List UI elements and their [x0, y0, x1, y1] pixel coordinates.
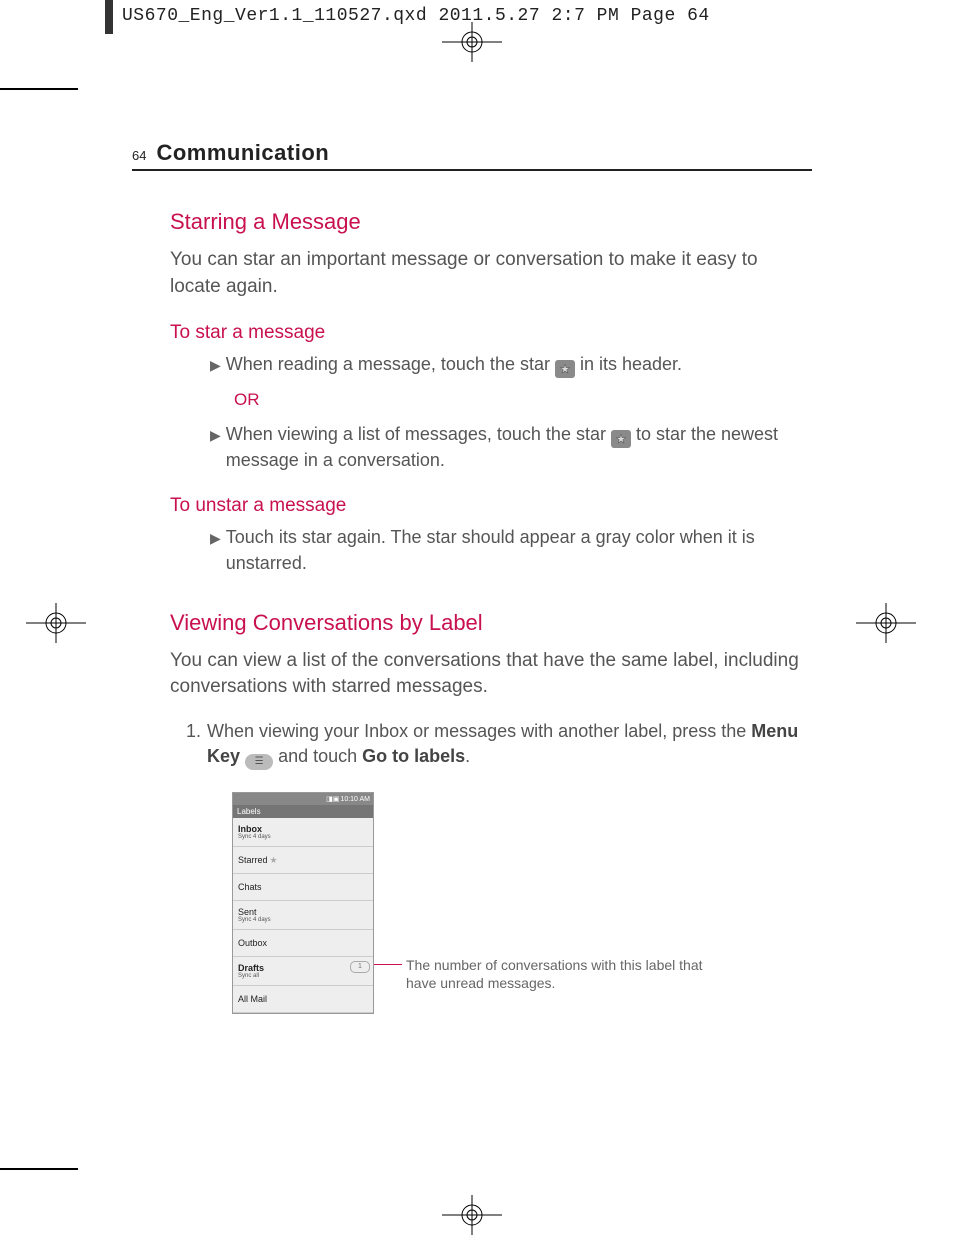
print-header: US670_Eng_Ver1.1_110527.qxd 2011.5.27 2:…	[122, 6, 710, 26]
label-title: Outbox	[238, 938, 368, 948]
text-segment: When reading a message, touch the star	[226, 354, 555, 374]
heading-starring: Starring a Message	[170, 209, 812, 235]
status-time: 10:10 AM	[340, 796, 370, 803]
crop-mark-horizontal-bottom	[0, 1168, 78, 1170]
count-badge: 1	[350, 961, 370, 973]
page-content: 64 Communication Starring a Message You …	[132, 140, 812, 1014]
label-row: DraftsSync all1	[233, 957, 373, 986]
bullet-item: ▶ When reading a message, touch the star…	[210, 352, 812, 378]
label-row: SentSync 4 days	[233, 901, 373, 930]
label-row: All Mail	[233, 986, 373, 1013]
bullet-item: ▶ Touch its star again. The star should …	[210, 525, 812, 575]
heading-viewing: Viewing Conversations by Label	[170, 610, 812, 636]
text-segment: .	[465, 746, 470, 766]
bullet-text: When viewing a list of messages, touch t…	[226, 422, 812, 473]
go-to-labels-label: Go to labels	[362, 746, 465, 766]
registration-mark-left	[26, 603, 86, 643]
label-row: Starred★	[233, 847, 373, 874]
text-segment: When viewing your Inbox or messages with…	[207, 721, 751, 741]
subheading-to-star: To star a message	[170, 322, 812, 344]
phone-screenshot: ▯▮ ▣ 10:10 AM Labels InboxSync 4 daysSta…	[232, 792, 812, 1014]
status-icons: ▯▮ ▣	[326, 795, 338, 803]
label-row: InboxSync 4 days	[233, 818, 373, 847]
label-subtitle: Sync all	[238, 973, 368, 979]
page-header: 64 Communication	[132, 140, 812, 171]
callout-line	[374, 964, 402, 965]
label-subtitle: Sync 4 days	[238, 834, 368, 840]
menu-key-icon	[245, 754, 273, 770]
label-title: Chats	[238, 882, 368, 892]
registration-mark-top	[442, 22, 502, 62]
crop-mark-vertical	[105, 0, 113, 34]
callout-text: The number of conversations with this la…	[406, 956, 706, 992]
bullet-text: When reading a message, touch the star i…	[226, 352, 812, 378]
star-icon	[611, 430, 631, 448]
label-title: All Mail	[238, 994, 368, 1004]
paragraph-viewing: You can view a list of the conversations…	[170, 648, 812, 701]
paragraph-starring: You can star an important message or con…	[170, 247, 812, 300]
bullet-text: Touch its star again. The star should ap…	[226, 525, 812, 575]
numbered-text: When viewing your Inbox or messages with…	[207, 719, 812, 770]
label-row: Chats	[233, 874, 373, 901]
arrow-icon: ▶	[210, 356, 221, 378]
label-title: Inbox	[238, 824, 368, 834]
star-icon	[555, 360, 575, 378]
label-title: Starred★	[238, 855, 368, 866]
registration-mark-right	[856, 603, 916, 643]
label-title: Sent	[238, 907, 368, 917]
bullet-item: ▶ When viewing a list of messages, touch…	[210, 422, 812, 473]
labels-header: Labels	[233, 805, 373, 818]
label-row: Outbox	[233, 930, 373, 957]
label-title: Drafts	[238, 963, 368, 973]
text-segment: When viewing a list of messages, touch t…	[226, 424, 611, 444]
text-segment: in its header.	[575, 354, 682, 374]
section-title: Communication	[156, 140, 329, 166]
arrow-icon: ▶	[210, 529, 221, 575]
status-bar: ▯▮ ▣ 10:10 AM	[233, 793, 373, 805]
crop-mark-horizontal-top	[0, 88, 78, 90]
phone-frame: ▯▮ ▣ 10:10 AM Labels InboxSync 4 daysSta…	[232, 792, 374, 1014]
labels-list: InboxSync 4 daysStarred★ChatsSentSync 4 …	[233, 818, 373, 1013]
registration-mark-bottom	[442, 1195, 502, 1235]
star-icon: ★	[270, 855, 278, 865]
page-number: 64	[132, 148, 146, 163]
text-segment: and touch	[273, 746, 362, 766]
subheading-to-unstar: To unstar a message	[170, 495, 812, 517]
list-number: 1.	[186, 719, 201, 770]
numbered-item: 1. When viewing your Inbox or messages w…	[186, 719, 812, 770]
or-label: OR	[234, 390, 812, 410]
label-subtitle: Sync 4 days	[238, 917, 368, 923]
arrow-icon: ▶	[210, 426, 221, 473]
